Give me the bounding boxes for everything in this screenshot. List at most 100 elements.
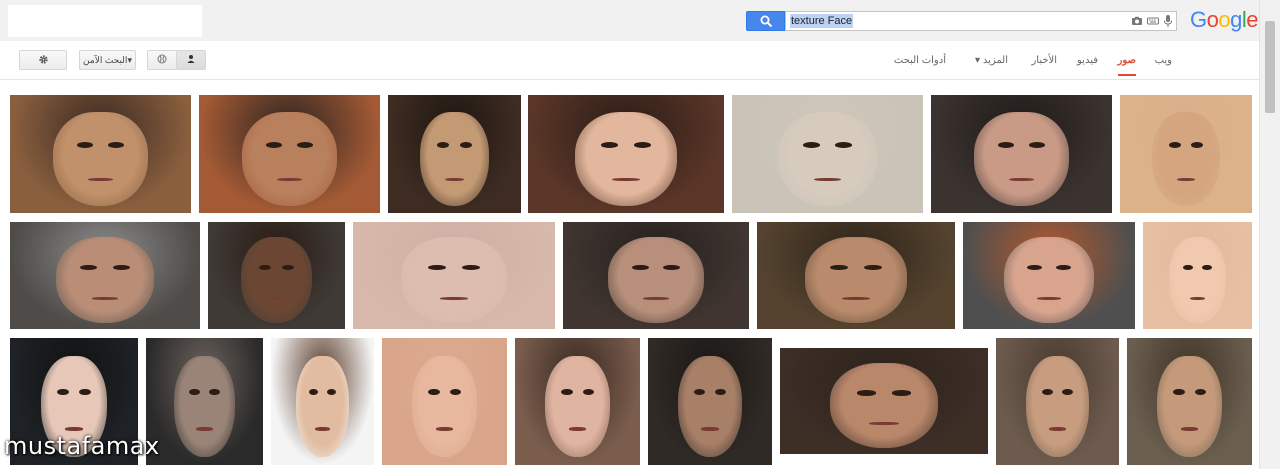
face-mouth <box>439 296 469 301</box>
logo-letter: g <box>1230 7 1242 32</box>
result-image[interactable] <box>1127 338 1252 465</box>
globe-icon <box>157 54 167 64</box>
face-eye <box>561 388 573 396</box>
result-image[interactable] <box>388 95 521 213</box>
result-image[interactable] <box>199 95 380 213</box>
face-shape <box>677 355 743 458</box>
tab-images[interactable]: صور <box>1117 55 1136 76</box>
google-logo[interactable]: Google <box>1190 7 1259 33</box>
scrollbar-thumb[interactable] <box>1265 21 1275 113</box>
camera-icon[interactable] <box>1131 14 1145 28</box>
face-shape <box>777 111 878 206</box>
search-button[interactable] <box>746 11 785 31</box>
result-image[interactable] <box>515 338 640 465</box>
face-eye <box>863 264 882 271</box>
dropdown-arrow-icon: ▾ <box>127 55 132 65</box>
logo-letter: G <box>1190 7 1207 32</box>
vertical-scrollbar[interactable] <box>1259 0 1280 469</box>
face-mouth <box>612 177 640 182</box>
personal-results-button[interactable] <box>176 50 206 70</box>
result-image[interactable] <box>528 95 724 213</box>
face-shape <box>804 236 908 323</box>
face-mouth <box>435 426 454 431</box>
face-shape <box>295 355 350 458</box>
face-eye <box>57 388 69 396</box>
result-image[interactable] <box>271 338 374 465</box>
face-eye <box>258 264 272 271</box>
safesearch-label: البحث الآمن <box>83 55 128 65</box>
face-eye <box>326 388 336 396</box>
result-image[interactable] <box>10 222 200 329</box>
logo-letter: e <box>1246 7 1259 32</box>
face-mouth <box>1036 296 1062 301</box>
settings-button[interactable] <box>19 50 67 70</box>
face-mouth <box>1189 296 1206 301</box>
face-shape <box>1169 236 1226 323</box>
face-shape <box>575 111 677 206</box>
face-eye <box>449 388 461 396</box>
face-eye <box>892 390 912 396</box>
logo-letter: o <box>1206 7 1219 32</box>
face-eye <box>79 388 91 396</box>
result-image[interactable] <box>648 338 772 465</box>
face-mouth <box>814 177 841 182</box>
face-eye <box>1168 142 1181 149</box>
safesearch-button[interactable]: البحث الآمن▾ <box>79 50 136 70</box>
result-image[interactable] <box>732 95 923 213</box>
result-image[interactable] <box>146 338 263 465</box>
face-mouth <box>701 426 719 431</box>
face-eye <box>582 388 594 396</box>
result-image[interactable] <box>563 222 749 329</box>
face-eye <box>856 390 876 396</box>
result-image[interactable] <box>1120 95 1252 213</box>
face-mouth <box>266 296 287 301</box>
tab-web[interactable]: ويب <box>1155 55 1172 66</box>
face-eye <box>428 388 440 396</box>
redacted-area <box>8 5 202 37</box>
face-mouth <box>91 296 119 301</box>
face-mouth <box>842 296 870 301</box>
logo-letter: o <box>1218 7 1231 32</box>
face-shape <box>55 236 155 323</box>
search-input[interactable]: texture Face <box>785 11 1177 31</box>
face-shape <box>412 355 477 458</box>
face-mouth <box>1048 426 1067 431</box>
face-shape <box>607 236 705 323</box>
top-bar: texture Face Google <box>0 0 1280 41</box>
search-query: texture Face <box>790 14 854 28</box>
tab-search-tools[interactable]: أدوات البحث <box>894 55 946 66</box>
face-eye <box>459 142 472 149</box>
result-image[interactable] <box>208 222 345 329</box>
face-shape <box>242 111 337 206</box>
tab-more[interactable]: المزيد ▾ <box>975 55 1008 66</box>
result-image[interactable] <box>382 338 507 465</box>
face-shape <box>1151 111 1221 206</box>
face-mouth <box>276 177 303 182</box>
keyboard-icon[interactable] <box>1147 14 1161 28</box>
face-mouth <box>87 177 114 182</box>
result-image[interactable] <box>963 222 1135 329</box>
microphone-icon[interactable] <box>1162 14 1176 28</box>
result-image[interactable] <box>353 222 555 329</box>
face-shape <box>1157 355 1222 458</box>
result-image[interactable] <box>996 338 1119 465</box>
face-shape <box>53 111 148 206</box>
face-mouth <box>315 426 330 431</box>
face-mouth <box>196 426 213 431</box>
face-eye <box>1201 264 1212 271</box>
result-image[interactable] <box>10 95 191 213</box>
face-shape <box>1004 236 1094 323</box>
tab-news[interactable]: الأخبار <box>1031 55 1057 66</box>
person-icon <box>187 55 195 63</box>
search-icon <box>760 15 773 28</box>
tab-videos[interactable]: فيديو <box>1077 55 1098 66</box>
result-image[interactable] <box>1143 222 1252 329</box>
result-image[interactable] <box>780 348 988 454</box>
public-results-button[interactable] <box>147 50 177 70</box>
face-shape <box>545 355 610 458</box>
face-eye <box>189 388 200 396</box>
result-image[interactable] <box>757 222 955 329</box>
face-mouth <box>1008 177 1035 182</box>
face-mouth <box>1180 426 1199 431</box>
result-image[interactable] <box>931 95 1112 213</box>
